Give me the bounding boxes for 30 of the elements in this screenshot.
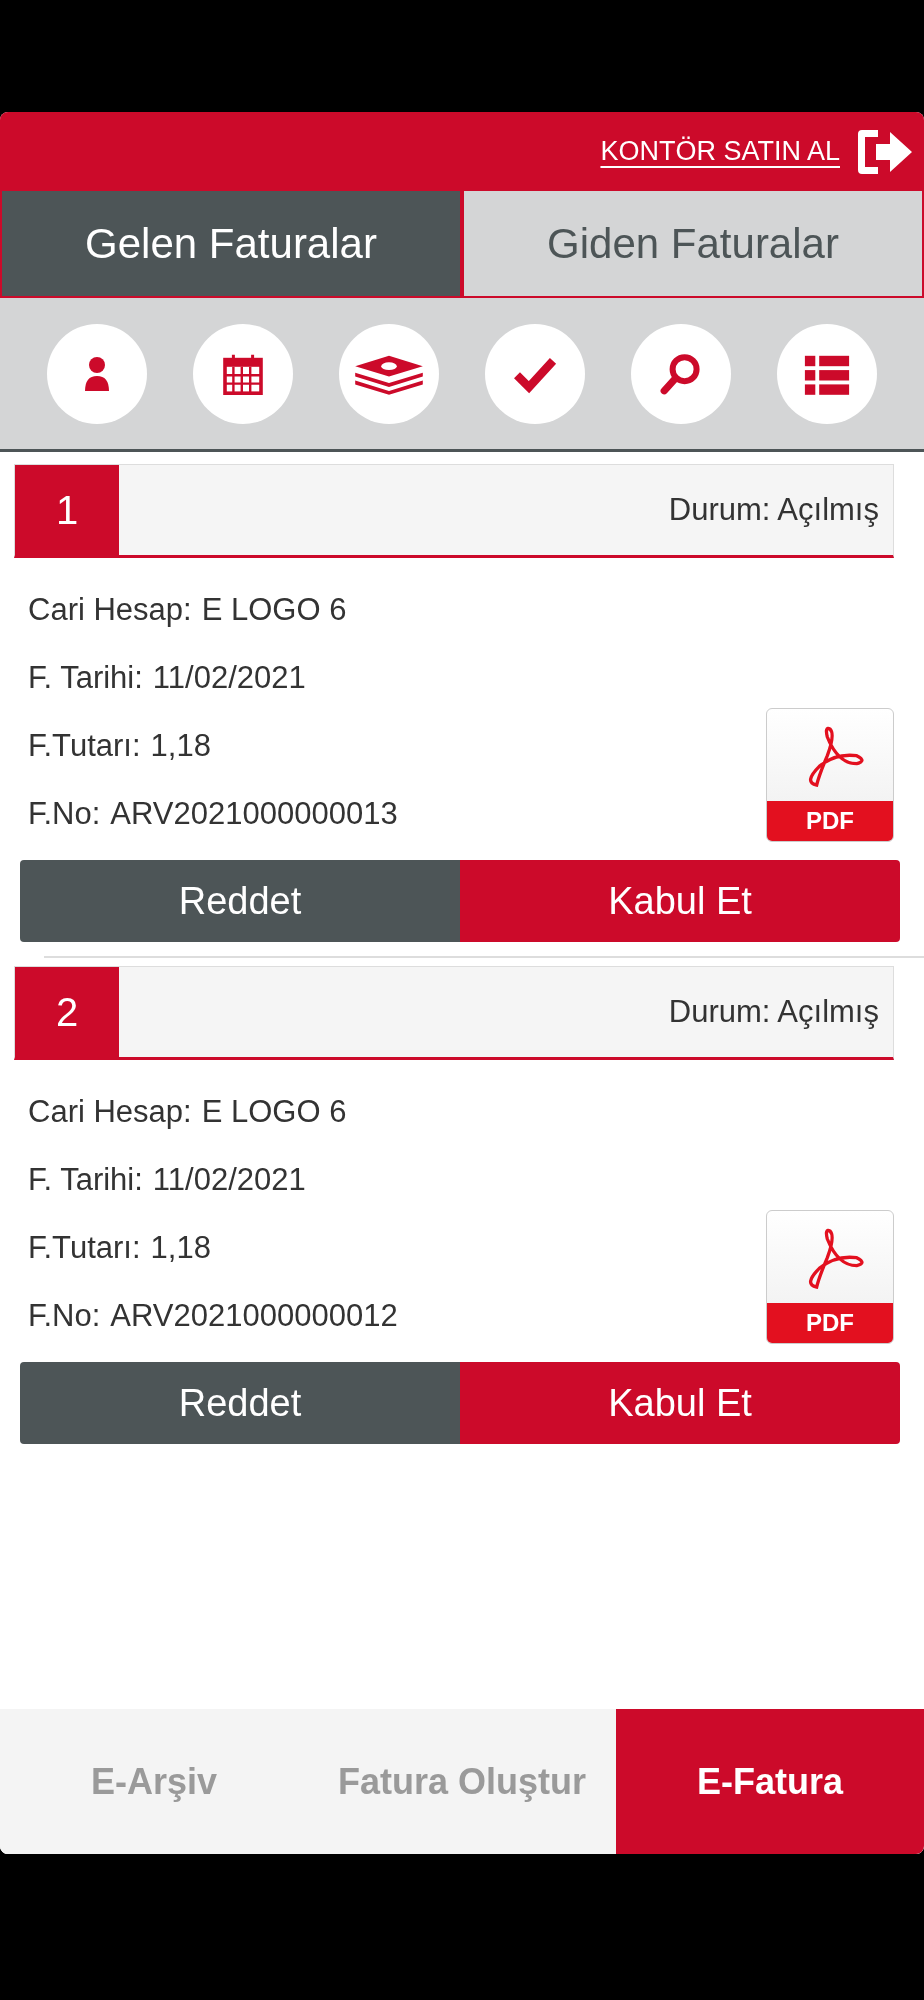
- reject-button[interactable]: Reddet: [20, 860, 460, 942]
- field-value: E LOGO 6: [201, 592, 347, 628]
- invoice-number: 2: [15, 967, 119, 1057]
- reject-button[interactable]: Reddet: [20, 1362, 460, 1444]
- field-label: F. Tarihi:: [28, 660, 143, 696]
- field-value: ARV2021000000013: [110, 796, 398, 832]
- field-value: E LOGO 6: [201, 1094, 347, 1130]
- field-label: F.No:: [28, 1298, 101, 1334]
- field-label: F.Tutarı:: [28, 1230, 141, 1266]
- accept-button[interactable]: Kabul Et: [460, 1362, 900, 1444]
- buy-credits-link[interactable]: KONTÖR SATIN AL: [600, 136, 840, 167]
- field-label: F.No:: [28, 796, 101, 832]
- tab[interactable]: Giden Faturalar: [464, 191, 922, 296]
- field-label: F.Tutarı:: [28, 728, 141, 764]
- field-label: Cari Hesap:: [28, 592, 192, 628]
- field-value: 1,18: [150, 728, 211, 764]
- field-label: F. Tarihi:: [28, 1162, 143, 1198]
- field-value: ARV2021000000012: [110, 1298, 398, 1334]
- nav-item[interactable]: E-Fatura: [616, 1709, 924, 1854]
- field-value: 11/02/2021: [152, 1162, 306, 1198]
- pdf-button[interactable]: PDF: [766, 708, 894, 842]
- field-label: Cari Hesap:: [28, 1094, 192, 1130]
- accept-button[interactable]: Kabul Et: [460, 860, 900, 942]
- invoice-status: Durum: Açılmış: [668, 994, 880, 1030]
- pdf-button[interactable]: PDF: [766, 1210, 894, 1344]
- field-value: 1,18: [150, 1230, 211, 1266]
- invoice-status: Durum: Açılmış: [668, 492, 880, 528]
- invoice-number: 1: [15, 465, 119, 555]
- tab[interactable]: Gelen Faturalar: [2, 191, 460, 296]
- field-value: 11/02/2021: [152, 660, 306, 696]
